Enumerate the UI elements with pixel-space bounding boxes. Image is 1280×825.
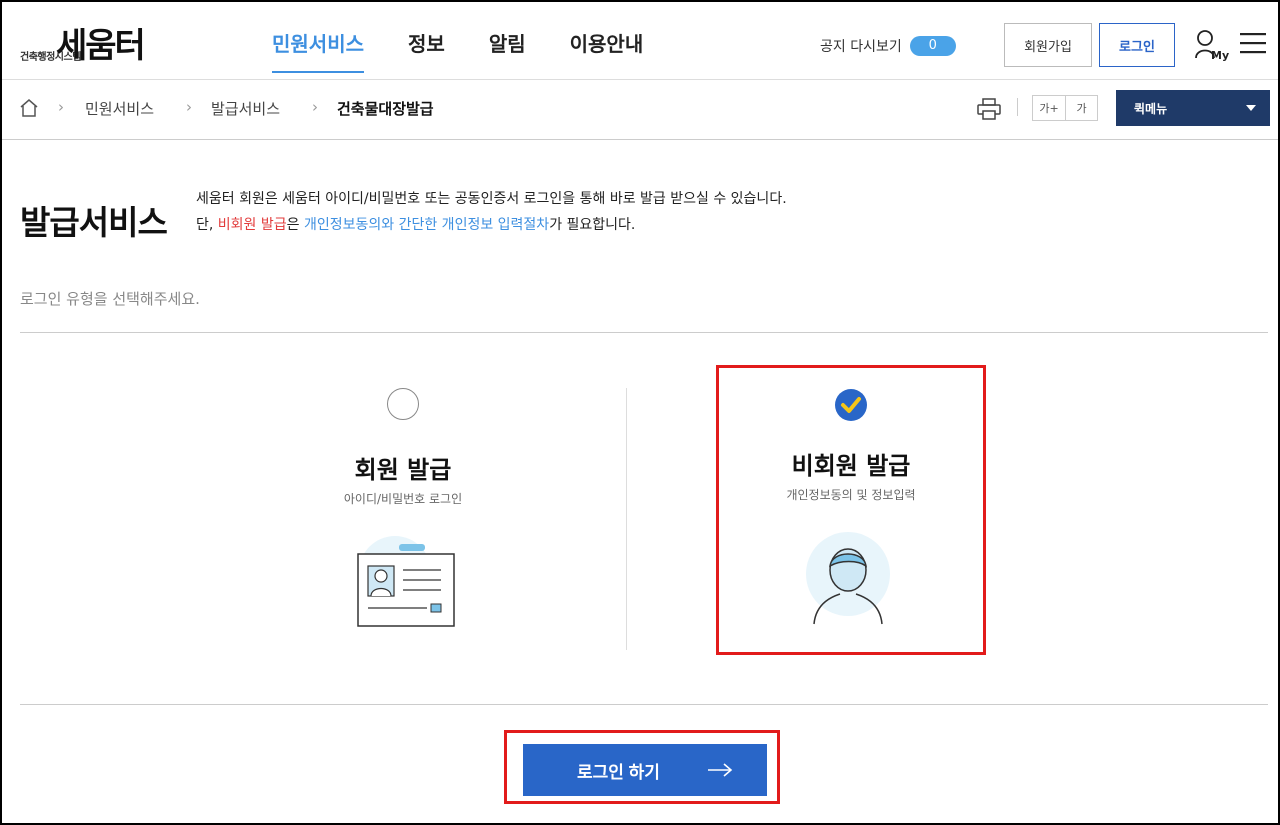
breadcrumb-item-issue-service[interactable]: 발급서비스	[211, 98, 280, 119]
desc-procedure-highlight: 개인정보동의와 간단한 개인정보 입력절차	[303, 217, 550, 233]
nav-item-civil-service[interactable]: 민원서비스	[272, 28, 364, 73]
option-divider	[626, 388, 627, 650]
notice-count-badge: 0	[909, 36, 956, 56]
login-button[interactable]: 로그인 하기	[523, 744, 767, 796]
logo-title: 세움터	[56, 26, 146, 66]
chevron-right-icon: ›	[58, 98, 64, 116]
person-icon	[806, 532, 896, 632]
description-line-1: 세움터 회원은 세움터 아이디/비밀번호 또는 공동인증서 로그인을 통해 바로…	[196, 191, 787, 207]
header-login-button[interactable]: 로그인	[1099, 23, 1175, 67]
login-type-hint: 로그인 유형을 선택해주세요.	[20, 290, 200, 308]
quick-menu-dropdown[interactable]: 퀵메뉴	[1116, 90, 1270, 126]
caret-down-icon	[1246, 105, 1256, 111]
chevron-right-icon: ›	[186, 98, 192, 116]
logo[interactable]: 건축행정시스템 세움터	[20, 18, 170, 68]
my-page-icon[interactable]: My	[1194, 28, 1230, 62]
login-button-label: 로그인 하기	[577, 762, 660, 782]
notice-label: 공지 다시보기	[820, 39, 902, 55]
divider	[1017, 98, 1018, 116]
nav-item-info[interactable]: 정보	[408, 28, 445, 73]
member-issue-option[interactable]: 회원 발급 아이디/비밀번호 로그인	[268, 372, 538, 662]
desc-suffix: 가 필요합니다.	[549, 217, 636, 233]
option-title: 회원 발급	[354, 456, 452, 484]
checkmark-selected-icon[interactable]	[834, 388, 868, 422]
nav-item-notice[interactable]: 알림	[489, 28, 526, 73]
print-icon[interactable]	[977, 98, 1001, 120]
breadcrumb-current: 건축물대장발급	[337, 100, 434, 118]
home-icon[interactable]	[19, 98, 39, 118]
notice-replay[interactable]: 공지 다시보기 0	[820, 36, 956, 56]
font-increase-button[interactable]: 가+	[1033, 96, 1065, 120]
breadcrumb-bar: › 민원서비스 › 발급서비스 › 건축물대장발급 가+ 가 퀵메뉴	[2, 80, 1278, 140]
id-card-icon	[351, 532, 455, 632]
join-button[interactable]: 회원가입	[1004, 23, 1092, 67]
page-title: 발급서비스	[20, 203, 168, 242]
nav-item-guide[interactable]: 이용안내	[570, 28, 644, 73]
quick-menu-label: 퀵메뉴	[1134, 101, 1168, 116]
divider	[20, 332, 1268, 333]
login-button-highlight: 로그인 하기	[504, 730, 780, 804]
option-subtitle: 개인정보동의 및 정보입력	[786, 488, 916, 502]
hamburger-menu-icon[interactable]	[1240, 32, 1266, 54]
breadcrumb-item-civil-service[interactable]: 민원서비스	[85, 98, 154, 119]
desc-prefix: 단,	[196, 217, 218, 233]
description-line-2: 단, 비회원 발급은 개인정보동의와 간단한 개인정보 입력절차가 필요합니다.	[196, 212, 787, 238]
my-label: My	[1211, 49, 1229, 62]
header: 건축행정시스템 세움터 민원서비스 정보 알림 이용안내 공지 다시보기 0 회…	[2, 2, 1278, 80]
chevron-right-icon: ›	[312, 98, 318, 116]
desc-mid: 은	[286, 217, 304, 233]
desc-guest-highlight: 비회원 발급	[217, 217, 287, 233]
main-nav: 민원서비스 정보 알림 이용안내	[272, 28, 643, 73]
divider	[20, 704, 1268, 705]
guest-issue-option[interactable]: 비회원 발급 개인정보동의 및 정보입력	[716, 365, 986, 655]
page-description: 세움터 회원은 세움터 아이디/비밀번호 또는 공동인증서 로그인을 통해 바로…	[196, 186, 787, 238]
radio-unchecked-icon[interactable]	[387, 388, 419, 420]
font-size-controls: 가+ 가	[1032, 95, 1098, 121]
font-decrease-button[interactable]: 가	[1065, 96, 1097, 120]
arrow-right-icon	[708, 763, 733, 777]
option-title: 비회원 발급	[791, 452, 911, 480]
option-subtitle: 아이디/비밀번호 로그인	[343, 492, 463, 506]
